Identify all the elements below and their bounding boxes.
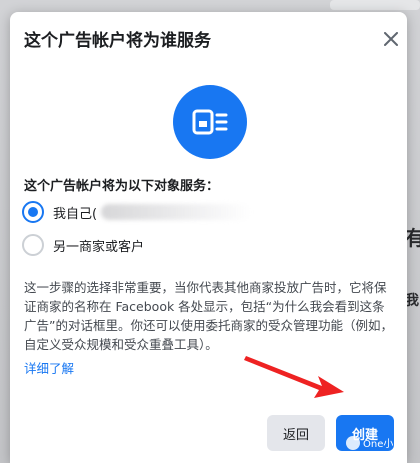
illustration xyxy=(173,85,247,159)
learn-more-link[interactable]: 详细了解 xyxy=(24,358,74,377)
back-button[interactable]: 返回 xyxy=(267,415,325,451)
option-other-business[interactable]: 另一商家或客户 xyxy=(22,234,144,256)
red-arrow-annotation xyxy=(244,356,344,398)
background-text: 有 xyxy=(405,226,420,250)
option-label: 我自己( xyxy=(53,206,98,222)
description-text: 这一步骤的选择非常重要，当你代表其他商家投放广告时，它将保证商家的名称在 Fac… xyxy=(24,280,393,352)
close-button[interactable] xyxy=(378,26,404,52)
close-icon xyxy=(384,32,398,46)
option-label: 另一商家或客户 xyxy=(53,239,145,255)
radio-button-selected[interactable] xyxy=(22,201,44,223)
watermark-icon xyxy=(346,435,360,450)
option-myself[interactable]: 我自己( xyxy=(22,201,252,223)
section-label: 这个广告帐户将为以下对象服务： xyxy=(24,179,220,194)
background-element xyxy=(330,0,420,10)
ad-account-icon xyxy=(192,109,228,135)
radio-button[interactable] xyxy=(22,234,44,256)
dialog-title: 这个广告帐户将为谁服务 xyxy=(24,31,211,51)
watermark-text: One小白 xyxy=(363,439,404,450)
blurred-account-name xyxy=(101,204,252,220)
background-text: 我 xyxy=(405,293,419,309)
watermark: One小白 xyxy=(346,435,403,450)
